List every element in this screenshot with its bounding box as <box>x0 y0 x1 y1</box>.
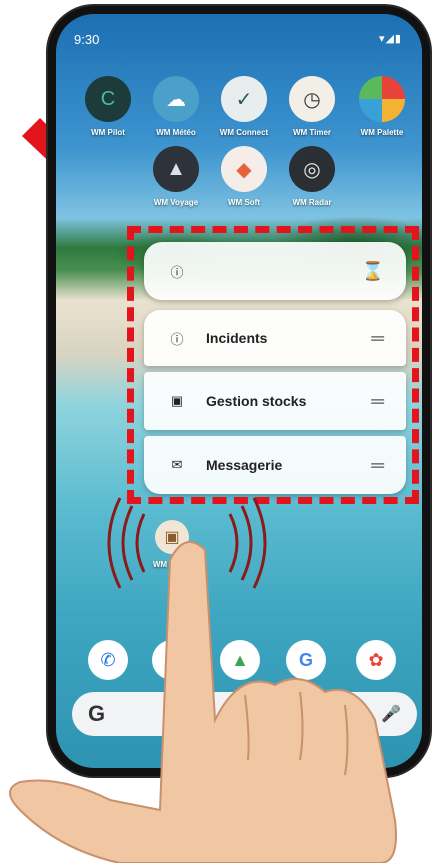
app-label: WM Connect <box>219 128 269 137</box>
app-wm-palette[interactable]: WM Palette <box>350 76 414 137</box>
wm-pilot-icon: C <box>85 76 131 122</box>
app-label: WM Radar <box>292 198 332 207</box>
status-bar: 9:30 ▾◢▮ <box>74 32 402 47</box>
app-label: WM Soft <box>228 198 260 207</box>
app-wm-pilot[interactable]: C WM Pilot <box>76 76 140 137</box>
clock: 9:30 <box>74 32 100 47</box>
app-label: WM Pilot <box>91 128 125 137</box>
pointing-hand-icon <box>9 541 397 863</box>
weather-icon: ☁ <box>153 76 199 122</box>
connect-icon: ✓ <box>221 76 267 122</box>
app-wm-timer[interactable]: ◷ WM Timer <box>280 76 344 137</box>
status-icons: ▾◢▮ <box>378 33 402 45</box>
app-wm-meteo[interactable]: ☁ WM Météo <box>144 76 208 137</box>
app-label: WM Météo <box>156 128 196 137</box>
app-label: WM Palette <box>360 128 404 137</box>
app-label: WM Timer <box>292 128 332 137</box>
app-wm-radar[interactable]: ◎ WM Radar <box>280 146 344 207</box>
app-label: WM Voyage <box>153 198 199 207</box>
mountain-icon: ▲ <box>153 146 199 192</box>
palette-icon <box>359 76 405 122</box>
rocket-icon: ◆ <box>221 146 267 192</box>
app-wm-voyage[interactable]: ▲ WM Voyage <box>144 146 208 207</box>
radar-icon: ◎ <box>289 146 335 192</box>
highlight-box <box>127 226 419 504</box>
app-wm-soft[interactable]: ◆ WM Soft <box>212 146 276 207</box>
clock-icon: ◷ <box>289 76 335 122</box>
app-wm-connect[interactable]: ✓ WM Connect <box>212 76 276 137</box>
